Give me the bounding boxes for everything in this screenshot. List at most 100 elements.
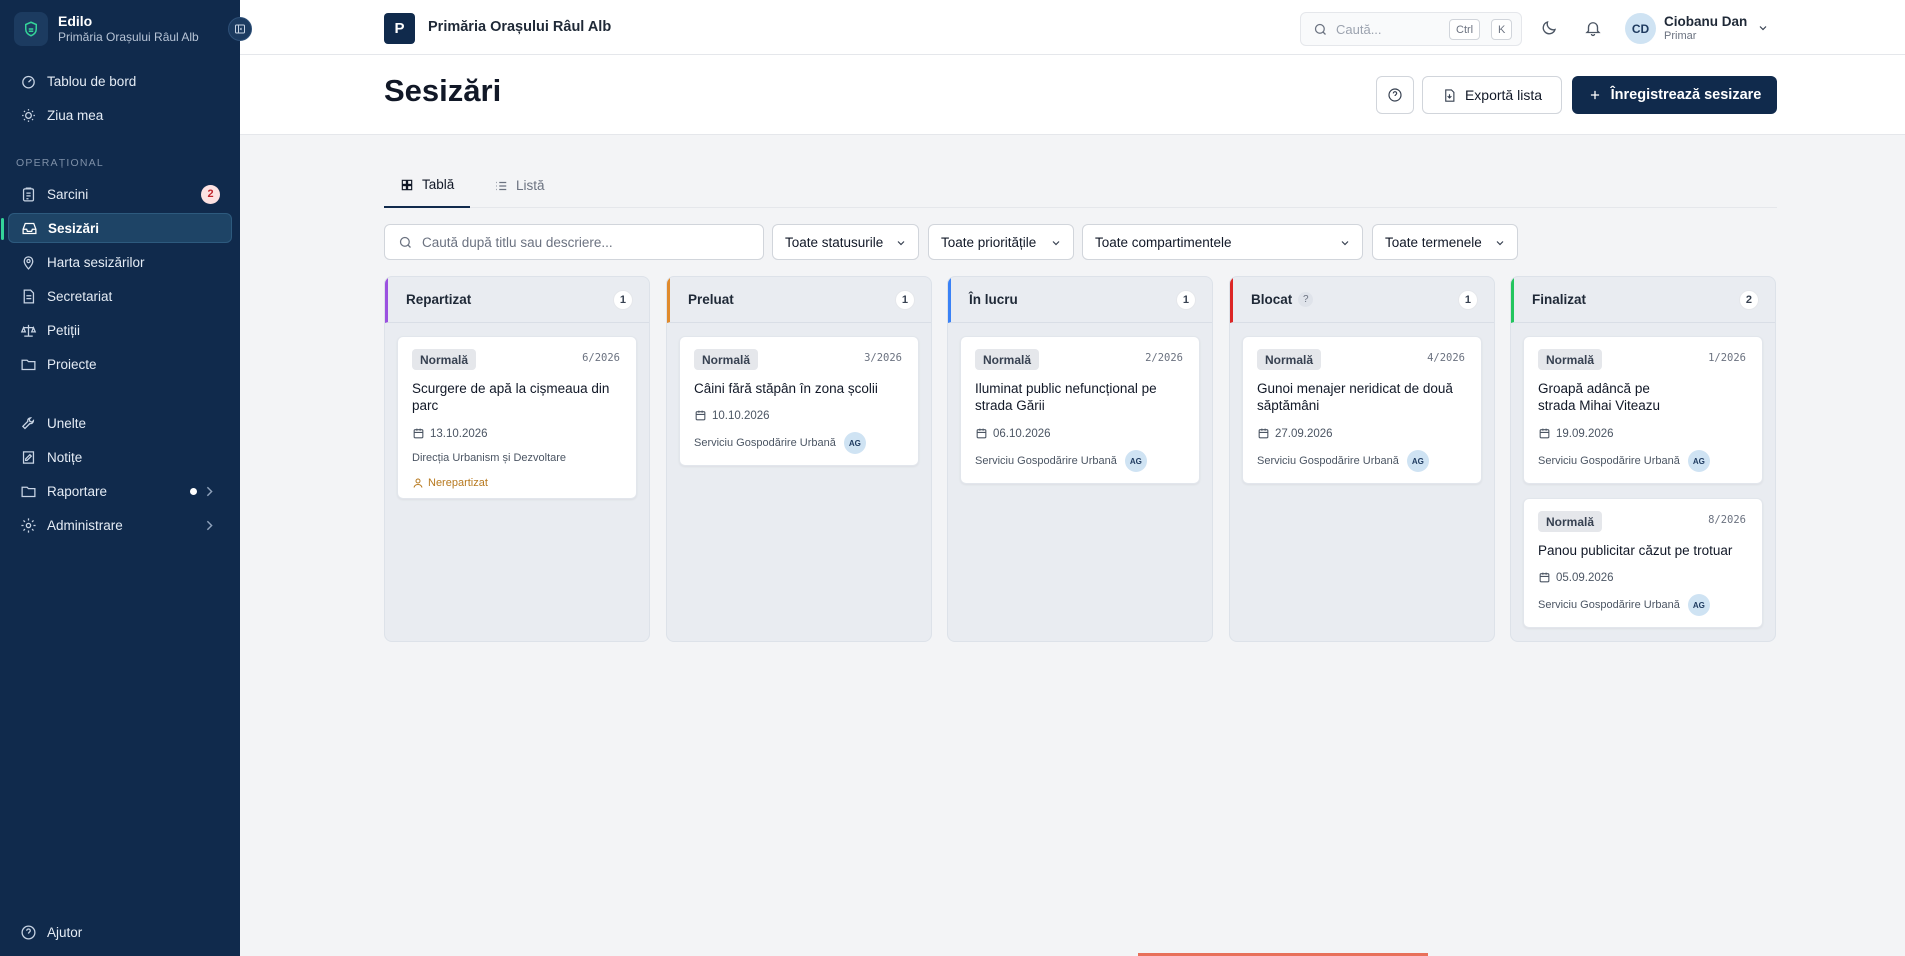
card-title: Gunoi menajer neridicat de două săptămân…: [1257, 381, 1453, 413]
card-date: 06.10.2026: [975, 427, 1051, 440]
card-department: Serviciu Gospodărire Urbană AG: [1257, 450, 1429, 472]
user-avatar[interactable]: CD: [1625, 13, 1656, 44]
sesizare-number: 2/2026: [1145, 352, 1183, 364]
topbar: P Primăria Orașului Râul Alb Caută... Ct…: [240, 0, 1905, 55]
sidebar-item-ziua-mea[interactable]: Ziua mea: [8, 100, 232, 130]
column-header: Preluat 1: [667, 277, 931, 323]
sidebar-collapse-icon: [235, 24, 245, 34]
sesizare-number: 3/2026: [864, 352, 902, 364]
sidebar-item-tablou-de-bord[interactable]: Tablou de bord: [8, 66, 232, 96]
card-title: Câini fără stăpân în zona școlii: [694, 381, 878, 396]
card-title: Scurgere de apă la cișmeaua din parc: [412, 381, 610, 413]
chevron-right-icon: [206, 486, 213, 496]
status-filter-select[interactable]: Toate statusurile: [772, 224, 919, 260]
column-title: Preluat: [688, 292, 734, 307]
sidebar-item-administrare[interactable]: Administrare: [8, 510, 232, 540]
search-placeholder: Caută...: [1336, 21, 1382, 37]
priority-filter-select[interactable]: Toate prioritățile: [928, 224, 1074, 260]
sidebar-item-secretariat[interactable]: Secretariat: [8, 281, 232, 311]
priority-badge: Normală: [1538, 511, 1603, 532]
sesizare-number: 8/2026: [1708, 514, 1746, 526]
chevron-right-icon: [206, 520, 213, 530]
sesizare-card[interactable]: Normală 8/2026 Panou publicitar căzut pe…: [1523, 498, 1763, 628]
sesizare-number: 1/2026: [1708, 352, 1746, 364]
sarcini-count-badge: 2: [201, 184, 220, 204]
tab-lista[interactable]: Listă: [478, 163, 561, 208]
note-icon: [22, 450, 35, 464]
deadline-filter-select[interactable]: Toate termenele: [1372, 224, 1518, 260]
chevron-down-icon: [1496, 241, 1504, 246]
card-date: 27.09.2026: [1257, 427, 1333, 440]
sidebar-item-label: Sarcini: [47, 186, 89, 202]
column-title: Blocat: [1251, 292, 1293, 307]
notifications-button[interactable]: [1582, 17, 1604, 39]
sidebar-item-unelte[interactable]: Unelte: [8, 408, 232, 438]
folder-icon: [21, 486, 36, 497]
column-count: 1: [1175, 290, 1196, 310]
sesizare-card[interactable]: Normală 1/2026 Groapă adâncă pe strada M…: [1523, 336, 1763, 484]
help-button[interactable]: [1376, 76, 1414, 114]
sidebar-item-label: Harta sesizărilor: [47, 254, 145, 270]
card-date-value: 19.09.2026: [1556, 427, 1614, 440]
scale-icon: [20, 324, 37, 337]
export-label: Exportă lista: [1464, 87, 1543, 103]
sesizare-card[interactable]: Normală 4/2026 Gunoi menajer neridicat d…: [1242, 336, 1482, 484]
sidebar-item-harta-sesizarilor[interactable]: Harta sesizărilor: [8, 247, 232, 277]
sidebar-item-label: Administrare: [47, 517, 123, 533]
search-icon: [399, 236, 411, 248]
sidebar-item-sarcini[interactable]: Sarcini 2: [8, 179, 232, 209]
priority-filter-value: Toate prioritățile: [941, 234, 1037, 250]
app-name: Edilo: [58, 13, 93, 29]
sidebar-item-label: Ziua mea: [47, 107, 104, 123]
department-filter-select[interactable]: Toate compartimentele: [1082, 224, 1363, 260]
user-name[interactable]: Ciobanu Dan: [1664, 14, 1747, 29]
column-help-icon[interactable]: ?: [1298, 292, 1314, 307]
card-department-name: Serviciu Gospodărire Urbană: [1538, 455, 1680, 467]
sesizare-card[interactable]: Normală 2/2026 Iluminat public nefuncțio…: [960, 336, 1200, 484]
kbd-k: K: [1491, 19, 1513, 40]
sidebar-item-notite[interactable]: Notițe: [8, 442, 232, 472]
card-department: Serviciu Gospodărire Urbană AG: [1538, 594, 1710, 616]
sidebar-item-proiecte[interactable]: Proiecte: [8, 349, 232, 379]
chevron-down-icon: [897, 241, 905, 246]
theme-toggle-button[interactable]: [1538, 17, 1560, 39]
sidebar-item-label: Sesizări: [48, 220, 100, 236]
calendar-icon: [1539, 572, 1550, 583]
card-title: Iluminat public nefuncțional pe strada G…: [975, 381, 1157, 413]
search-icon: [1314, 23, 1326, 35]
sidebar-item-raportare[interactable]: Raportare: [8, 476, 232, 506]
filter-search-input[interactable]: Caută după titlu sau descriere...: [384, 224, 764, 260]
register-sesizare-button[interactable]: Înregistrează sesizare: [1572, 76, 1777, 114]
global-search-input[interactable]: Caută... Ctrl K: [1300, 12, 1522, 46]
register-label: Înregistrează sesizare: [1610, 87, 1762, 103]
export-button[interactable]: Exportă lista: [1422, 76, 1562, 114]
sesizare-card[interactable]: Normală 6/2026 Scurgere de apă la cișmea…: [397, 336, 637, 499]
map-pin-icon: [23, 255, 34, 270]
list-icon: [496, 181, 507, 190]
card-date-value: 27.09.2026: [1275, 427, 1333, 440]
chevron-down-icon[interactable]: [1757, 22, 1769, 34]
collapse-sidebar-button[interactable]: [228, 17, 252, 41]
shield-logo-icon: [14, 12, 48, 46]
tab-label: Listă: [516, 178, 545, 193]
sidebar-item-label: Ajutor: [47, 924, 83, 940]
assignee-avatar: AG: [843, 432, 866, 454]
sidebar-item-ajutor[interactable]: Ajutor: [8, 917, 232, 947]
sidebar-item-sesizari[interactable]: Sesizări: [1, 213, 232, 243]
view-tabs: Tablă Listă: [384, 163, 1777, 208]
card-department-name: Direcția Urbanism și Dezvoltare: [412, 452, 567, 464]
priority-badge: Normală: [1257, 349, 1322, 370]
calendar-icon: [413, 428, 424, 439]
sesizare-number: 6/2026: [582, 352, 620, 364]
sun-icon: [22, 108, 35, 122]
document-icon: [23, 288, 35, 304]
unassigned-text: Nerepartizat: [428, 477, 488, 489]
tab-tabla[interactable]: Tablă: [384, 163, 471, 208]
sidebar-item-label: Raportare: [47, 483, 108, 499]
sesizare-card[interactable]: Normală 3/2026 Câini fără stăpân în zona…: [679, 336, 919, 466]
department-filter-value: Toate compartimentele: [1095, 234, 1232, 250]
column-count: 1: [612, 290, 633, 310]
sidebar-item-petitii[interactable]: Petiții: [8, 315, 232, 345]
column-in-lucru: În lucru 1 Normală 2/2026 Iluminat publi…: [947, 276, 1213, 642]
assignee-avatar: AG: [1687, 594, 1710, 616]
